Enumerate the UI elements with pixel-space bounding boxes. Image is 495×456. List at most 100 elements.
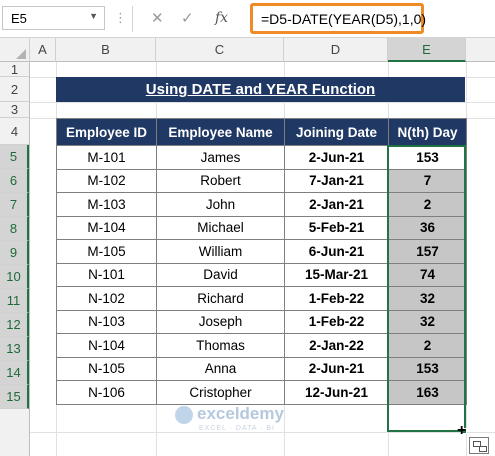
employee-id-cell[interactable]: N-105	[56, 356, 157, 381]
chevron-down-icon[interactable]: ▼	[89, 11, 98, 21]
employee-id-cell[interactable]: M-104	[56, 215, 157, 240]
table-row: N-101 David 15-Mar-21 74	[56, 262, 467, 287]
joining-date-cell[interactable]: 7-Jan-21	[284, 168, 389, 193]
column-header-a[interactable]: A	[30, 38, 56, 62]
row-headers: 1 2 3 4 5 6 7 8 9 10 11 12 13 14 15	[0, 62, 30, 456]
column-header-d[interactable]: D	[284, 38, 388, 62]
formula-input[interactable]: =D5-DATE(YEAR(D5),1,0)	[250, 3, 427, 34]
row-header-10[interactable]: 10	[0, 265, 29, 289]
employee-id-cell[interactable]: N-102	[56, 286, 157, 311]
row-header-6[interactable]: 6	[0, 169, 29, 193]
employee-name-cell[interactable]: James	[156, 145, 285, 170]
quick-analysis-icon[interactable]	[469, 437, 489, 454]
formula-bar-buttons: ✕ ✓ fx	[132, 6, 244, 32]
joining-date-cell[interactable]: 2-Jan-21	[284, 192, 389, 217]
employee-id-cell[interactable]: M-102	[56, 168, 157, 193]
employee-name-cell[interactable]: David	[156, 262, 285, 287]
header-employee-id[interactable]: Employee ID	[56, 118, 157, 146]
row-header-15[interactable]: 15	[0, 385, 29, 409]
nth-day-cell[interactable]: 32	[388, 286, 467, 311]
watermark-name: exceldemy	[197, 404, 284, 423]
employee-name-cell[interactable]: Anna	[156, 356, 285, 381]
grid-line	[30, 432, 495, 433]
employee-id-cell[interactable]: M-105	[56, 239, 157, 264]
row-header-5[interactable]: 5	[0, 145, 29, 169]
joining-date-cell[interactable]: 2-Jun-21	[284, 356, 389, 381]
nth-day-cell[interactable]: 7	[388, 168, 467, 193]
employee-name-cell[interactable]: John	[156, 192, 285, 217]
table-row: N-102 Richard 1-Feb-22 32	[56, 286, 467, 311]
column-header-e[interactable]: E	[388, 38, 466, 62]
row-header-9[interactable]: 9	[0, 241, 29, 265]
nth-day-cell-active[interactable]: 153	[388, 145, 467, 170]
employee-id-cell[interactable]: N-103	[56, 309, 157, 334]
employee-id-cell[interactable]: N-104	[56, 333, 157, 358]
table-header-row: Employee ID Employee Name Joining Date N…	[56, 118, 467, 146]
column-header-c[interactable]: C	[156, 38, 284, 62]
nth-day-cell[interactable]: 153	[388, 356, 467, 381]
joining-date-cell[interactable]: 6-Jun-21	[284, 239, 389, 264]
employee-id-cell[interactable]: M-101	[56, 145, 157, 170]
header-nth-day[interactable]: N(th) Day	[388, 118, 467, 146]
header-employee-name[interactable]: Employee Name	[156, 118, 285, 146]
nth-day-cell[interactable]: 2	[388, 192, 467, 217]
employee-table: Employee ID Employee Name Joining Date N…	[56, 118, 467, 405]
watermark-tagline: EXCEL · DATA · BI	[199, 425, 275, 432]
nth-day-cell[interactable]: 163	[388, 380, 467, 405]
close-icon[interactable]: ✕	[151, 9, 164, 27]
employee-name-cell[interactable]: Joseph	[156, 309, 285, 334]
table-row: N-106 Cristopher 12-Jun-21 163	[56, 380, 467, 405]
row-header-2[interactable]: 2	[0, 77, 29, 102]
drag-handle-icon[interactable]: ⋮	[114, 9, 127, 27]
joining-date-cell[interactable]: 2-Jun-21	[284, 145, 389, 170]
nth-day-cell[interactable]: 2	[388, 333, 467, 358]
formula-text: =D5-DATE(YEAR(D5),1,0)	[261, 11, 427, 27]
employee-name-cell[interactable]: Robert	[156, 168, 285, 193]
joining-date-cell[interactable]: 15-Mar-21	[284, 262, 389, 287]
row-header-7[interactable]: 7	[0, 193, 29, 217]
table-row: M-101 James 2-Jun-21 153	[56, 145, 467, 170]
nth-day-cell[interactable]: 36	[388, 215, 467, 240]
row-header-14[interactable]: 14	[0, 361, 29, 385]
row-header-8[interactable]: 8	[0, 217, 29, 241]
row-header-3[interactable]: 3	[0, 102, 29, 118]
fx-icon[interactable]: fx	[215, 10, 228, 26]
exceldemy-logo-icon	[175, 406, 193, 424]
name-box-value: E5	[11, 11, 27, 26]
joining-date-cell[interactable]: 12-Jun-21	[284, 380, 389, 405]
check-icon[interactable]: ✓	[181, 9, 194, 27]
employee-name-cell[interactable]: Thomas	[156, 333, 285, 358]
row-header-12[interactable]: 12	[0, 313, 29, 337]
employee-id-cell[interactable]: M-103	[56, 192, 157, 217]
nth-day-cell[interactable]: 32	[388, 309, 467, 334]
name-box[interactable]: E5 ▼	[2, 6, 105, 30]
joining-date-cell[interactable]: 2-Jan-22	[284, 333, 389, 358]
table-row: M-102 Robert 7-Jan-21 7	[56, 168, 467, 193]
employee-name-cell[interactable]: Richard	[156, 286, 285, 311]
column-header-b[interactable]: B	[56, 38, 156, 62]
header-joining-date[interactable]: Joining Date	[284, 118, 389, 146]
joining-date-cell[interactable]: 5-Feb-21	[284, 215, 389, 240]
joining-date-cell[interactable]: 1-Feb-22	[284, 309, 389, 334]
row-header-1[interactable]: 1	[0, 62, 29, 77]
employee-name-cell[interactable]: Michael	[156, 215, 285, 240]
column-headers: A B C D E	[0, 38, 495, 62]
row-header-13[interactable]: 13	[0, 337, 29, 361]
table-row: M-105 William 6-Jun-21 157	[56, 239, 467, 264]
row-header-4[interactable]: 4	[0, 118, 29, 145]
table-title-text: Using DATE and YEAR Function	[145, 81, 376, 98]
joining-date-cell[interactable]: 1-Feb-22	[284, 286, 389, 311]
employee-name-cell[interactable]: William	[156, 239, 285, 264]
employee-name-cell[interactable]: Cristopher	[156, 380, 285, 405]
select-all-button[interactable]	[0, 38, 30, 62]
table-title[interactable]: Using DATE and YEAR Function	[56, 77, 465, 102]
grid-line	[30, 102, 495, 103]
nth-day-cell[interactable]: 157	[388, 239, 467, 264]
row-header-11[interactable]: 11	[0, 289, 29, 313]
employee-id-cell[interactable]: N-101	[56, 262, 157, 287]
table-row: N-103 Joseph 1-Feb-22 32	[56, 309, 467, 334]
nth-day-cell[interactable]: 74	[388, 262, 467, 287]
crosshair-cursor-icon: +	[457, 422, 467, 439]
employee-id-cell[interactable]: N-106	[56, 380, 157, 405]
formula-bar: E5 ▼ ⋮ ✕ ✓ fx =D5-DATE(YEAR(D5),1,0)	[0, 0, 495, 38]
